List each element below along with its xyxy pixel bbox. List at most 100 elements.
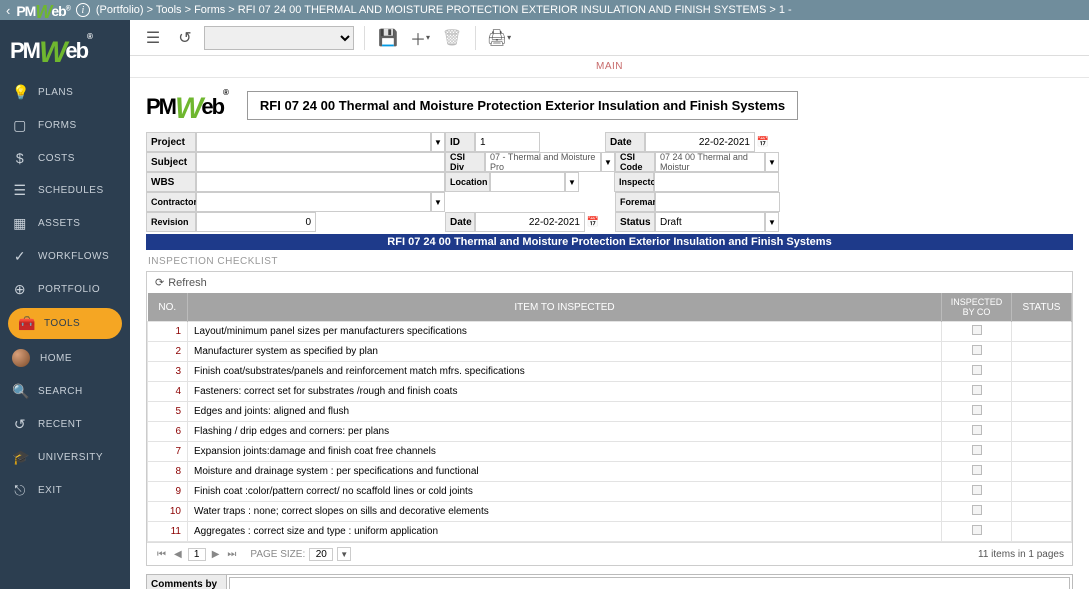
undo-icon[interactable]: ↺: [172, 25, 198, 51]
sidebar-item-home[interactable]: HOME: [0, 341, 130, 375]
section-bluebar: RFI 07 24 00 Thermal and Moisture Protec…: [146, 234, 1073, 250]
subject-input[interactable]: [196, 152, 445, 172]
save-icon[interactable]: 💾: [375, 25, 401, 51]
calendar-icon[interactable]: 📅: [755, 132, 771, 152]
pager-page-input[interactable]: [188, 548, 206, 561]
checkbox-icon[interactable]: [972, 485, 982, 495]
checkbox-icon[interactable]: [972, 385, 982, 395]
cell-inspected[interactable]: [942, 522, 1012, 542]
table-row[interactable]: 5Edges and joints: aligned and flush: [148, 402, 1072, 422]
revision-input[interactable]: 0: [196, 212, 316, 232]
sidebar-item-label: SCHEDULES: [38, 185, 104, 196]
checkbox-icon[interactable]: [972, 445, 982, 455]
cell-inspected[interactable]: [942, 342, 1012, 362]
pager-first-icon[interactable]: ⏮: [155, 549, 168, 560]
pagesize-input[interactable]: [309, 548, 333, 561]
info-icon[interactable]: i: [76, 3, 90, 17]
location-input[interactable]: [490, 172, 565, 192]
sidebar-item-university[interactable]: 🎓UNIVERSITY: [0, 441, 130, 474]
pager-next-icon[interactable]: ▶: [210, 549, 222, 560]
menu-toggle-icon[interactable]: ☰: [140, 25, 166, 51]
table-row[interactable]: 1Layout/minimum panel sizes per manufact…: [148, 322, 1072, 342]
table-row[interactable]: 2Manufacturer system as specified by pla…: [148, 342, 1072, 362]
cell-inspected[interactable]: [942, 322, 1012, 342]
cell-inspected[interactable]: [942, 462, 1012, 482]
date-input[interactable]: 22-02-2021: [645, 132, 755, 152]
tab-main[interactable]: MAIN: [596, 61, 623, 72]
table-row[interactable]: 3Finish coat/substrates/panels and reinf…: [148, 362, 1072, 382]
sidebar-item-costs[interactable]: $COSTS: [0, 142, 130, 174]
checkbox-icon[interactable]: [972, 525, 982, 535]
pager-prev-icon[interactable]: ◀: [172, 549, 184, 560]
label-date: Date: [605, 132, 645, 152]
status-dropdown-icon[interactable]: ▼: [765, 212, 779, 232]
sidebar-item-search[interactable]: 🔍SEARCH: [0, 375, 130, 408]
csicode-dropdown-icon[interactable]: ▼: [765, 152, 779, 172]
briefcase-icon: 🧰: [18, 315, 34, 332]
pagesize-dropdown-icon[interactable]: ▼: [337, 547, 351, 561]
checkbox-icon[interactable]: [972, 425, 982, 435]
sidebar-item-workflows[interactable]: ✓ WORKFLOWS: [0, 240, 130, 273]
checkbox-icon[interactable]: [972, 325, 982, 335]
cell-inspected[interactable]: [942, 402, 1012, 422]
date2-input[interactable]: 22-02-2021: [475, 212, 585, 232]
toolbar: ☰ ↺ 💾 ＋▾ 🗑 🖨▾: [130, 20, 1089, 56]
sidebar-item-tools[interactable]: 🧰TOOLS: [8, 308, 122, 339]
delete-icon[interactable]: 🗑: [439, 25, 465, 51]
print-icon[interactable]: 🖨▾: [486, 25, 512, 51]
table-row[interactable]: 4Fasteners: correct set for substrates /…: [148, 382, 1072, 402]
project-dropdown-icon[interactable]: ▼: [431, 132, 445, 152]
calendar-icon-2[interactable]: 📅: [585, 212, 601, 232]
tab-strip: MAIN: [130, 56, 1089, 78]
cell-inspected[interactable]: [942, 482, 1012, 502]
csicode-input[interactable]: 07 24 00 Thermal and Moistur: [655, 152, 765, 172]
table-row[interactable]: 11Aggregates : correct size and type : u…: [148, 522, 1072, 542]
table-row[interactable]: 10Water traps : none; correct slopes on …: [148, 502, 1072, 522]
sidebar-item-schedules[interactable]: ☰SCHEDULES: [0, 174, 130, 207]
sidebar-item-portfolio[interactable]: ⊕ PORTFOLIO: [0, 273, 130, 306]
sidebar-item-recent[interactable]: ↺RECENT: [0, 408, 130, 441]
contractor-input[interactable]: [196, 192, 431, 212]
cell-inspected[interactable]: [942, 362, 1012, 382]
wbs-input[interactable]: [196, 172, 445, 192]
sidebar-item-label: WORKFLOWS: [38, 251, 109, 262]
checkbox-icon[interactable]: [972, 345, 982, 355]
check-icon: ✓: [12, 248, 28, 265]
project-input[interactable]: [196, 132, 431, 152]
table-row[interactable]: 8Moisture and drainage system : per spec…: [148, 462, 1072, 482]
sidebar-item-exit[interactable]: ⎋EXIT: [0, 474, 130, 507]
table-row[interactable]: 7Expansion joints:damage and finish coat…: [148, 442, 1072, 462]
refresh-label: Refresh: [168, 277, 207, 289]
checkbox-icon[interactable]: [972, 505, 982, 515]
checkbox-icon[interactable]: [972, 365, 982, 375]
table-row[interactable]: 9Finish coat :color/pattern correct/ no …: [148, 482, 1072, 502]
cell-status: [1012, 522, 1072, 542]
refresh-button[interactable]: ⟳Refresh: [147, 272, 1072, 293]
cell-inspected[interactable]: [942, 442, 1012, 462]
checkbox-icon[interactable]: [972, 405, 982, 415]
cell-status: [1012, 382, 1072, 402]
comments-input[interactable]: [229, 577, 1070, 589]
add-icon[interactable]: ＋▾: [407, 25, 433, 51]
csidiv-input[interactable]: 07 - Thermal and Moisture Pro: [485, 152, 601, 172]
inspector-input[interactable]: [654, 172, 779, 192]
sidebar-item-assets[interactable]: ▦ASSETS: [0, 207, 130, 240]
sidebar-item-forms[interactable]: ▢FORMS: [0, 109, 130, 142]
record-selector[interactable]: [204, 26, 354, 50]
cell-inspected[interactable]: [942, 422, 1012, 442]
back-chevron-icon[interactable]: ‹: [6, 3, 10, 18]
sidebar-item-plans[interactable]: 💡PLANS: [0, 76, 130, 109]
cell-inspected[interactable]: [942, 502, 1012, 522]
table-row[interactable]: 6Flashing / drip edges and corners: per …: [148, 422, 1072, 442]
checkbox-icon[interactable]: [972, 465, 982, 475]
location-dropdown-icon[interactable]: ▼: [565, 172, 579, 192]
sidebar-item-label: PORTFOLIO: [38, 284, 100, 295]
contractor-dropdown-icon[interactable]: ▼: [431, 192, 445, 212]
cell-inspected[interactable]: [942, 382, 1012, 402]
id-input[interactable]: 1: [475, 132, 540, 152]
status-input[interactable]: Draft: [655, 212, 765, 232]
csidiv-dropdown-icon[interactable]: ▼: [601, 152, 615, 172]
foreman-input[interactable]: [655, 192, 780, 212]
pager-last-icon[interactable]: ⏭: [225, 549, 238, 560]
globe-icon: ⊕: [12, 281, 28, 298]
